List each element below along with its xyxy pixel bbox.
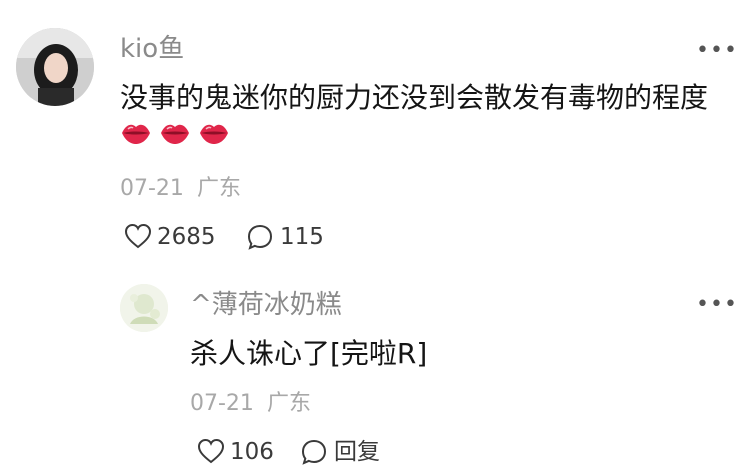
reply-text: 杀人诛心了[完啦R]: [190, 337, 428, 370]
more-options-icon[interactable]: •••: [696, 294, 738, 316]
heart-icon[interactable]: [124, 223, 152, 249]
comment-location: 广东: [196, 176, 241, 201]
reply-location: 广东: [266, 391, 311, 416]
lips-icon: [159, 120, 191, 150]
lips-icon: [120, 120, 152, 150]
reply-count[interactable]: 115: [280, 226, 324, 249]
avatar[interactable]: [16, 28, 94, 106]
comment-text: 没事的鬼迷你的厨力还没到会散发有毒物的程度: [120, 81, 709, 114]
lips-icon: [198, 120, 230, 150]
avatar[interactable]: [120, 284, 168, 332]
comment-username[interactable]: kio鱼: [120, 36, 184, 62]
heart-icon[interactable]: [197, 438, 225, 464]
like-count: 106: [230, 439, 274, 465]
emoji-row: [120, 120, 232, 150]
comment-meta: 07-21 广东: [120, 178, 241, 200]
comment-bubble-icon[interactable]: [300, 438, 328, 466]
reply-button[interactable]: 回复: [334, 441, 380, 464]
comment-date: 07-21: [120, 176, 184, 201]
more-options-icon[interactable]: •••: [696, 40, 738, 62]
reply-date: 07-21: [190, 391, 254, 416]
comment-bubble-icon[interactable]: [246, 223, 274, 251]
reply-meta: 07-21 广东: [190, 393, 311, 415]
like-count: 2685: [157, 224, 216, 250]
reply-username[interactable]: ^薄荷冰奶糕: [190, 292, 342, 318]
